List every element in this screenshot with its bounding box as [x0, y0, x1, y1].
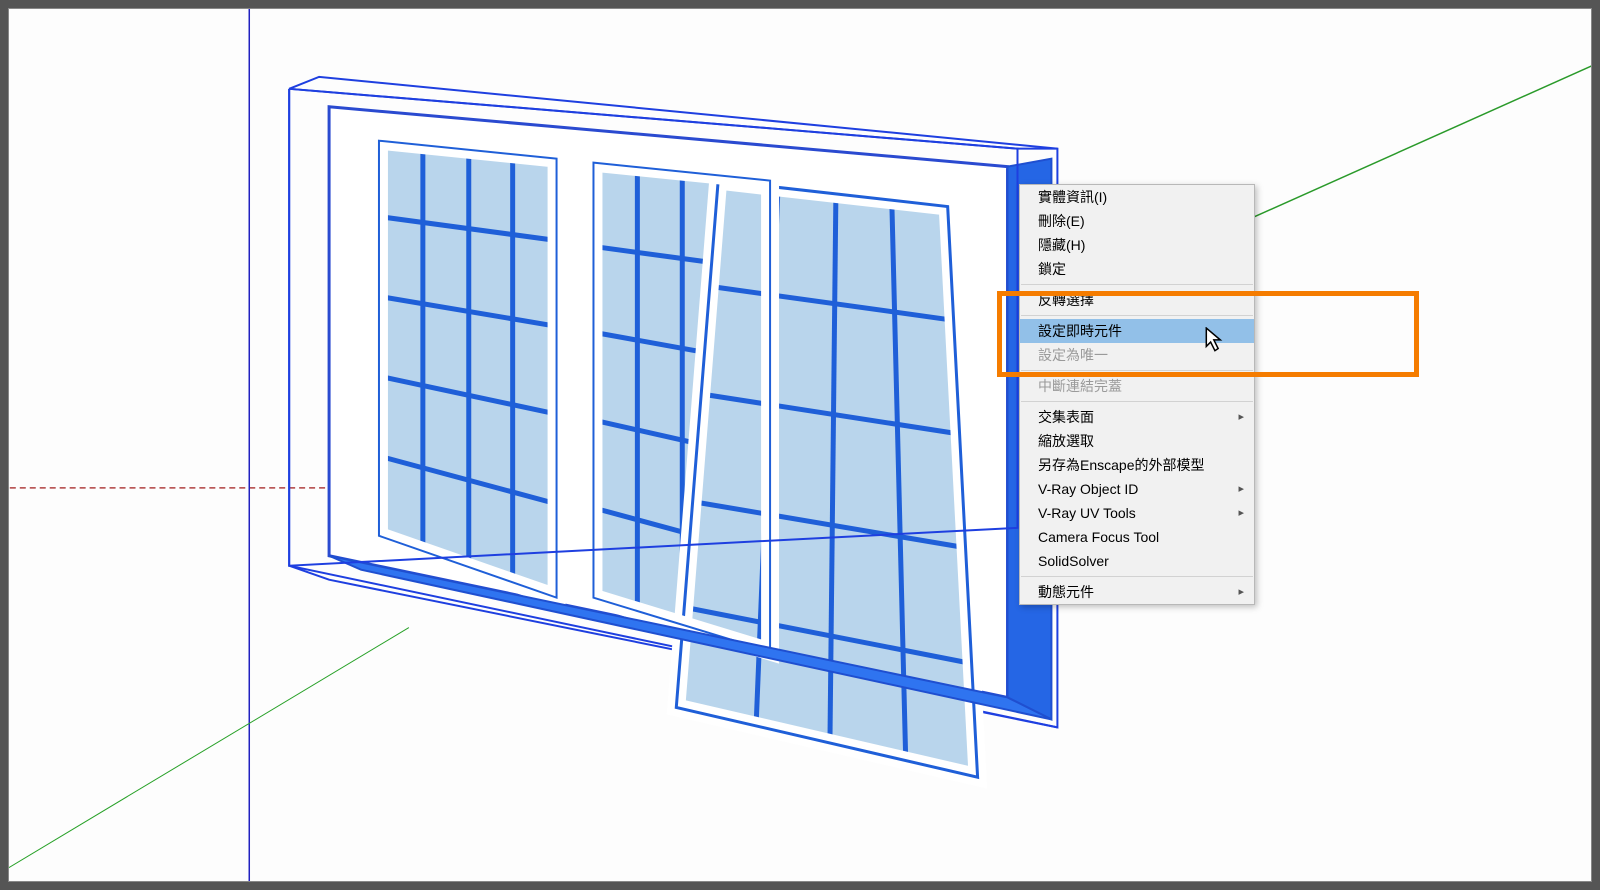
menu-label: 設定即時元件	[1038, 322, 1122, 340]
menu-separator	[1021, 315, 1253, 316]
scene-canvas	[9, 9, 1591, 881]
3d-viewport[interactable]	[9, 9, 1591, 881]
menu-label: 動態元件	[1038, 583, 1094, 601]
menu-label: V-Ray Object ID	[1038, 480, 1138, 498]
menu-separator	[1021, 284, 1253, 285]
menu-separator	[1021, 370, 1253, 371]
context-menu: 實體資訊(I) 刪除(E) 隱藏(H) 鎖定 反轉選擇 設定即時元件 設定為唯一…	[1019, 184, 1255, 605]
menu-label: 刪除(E)	[1038, 212, 1085, 230]
menu-label: V-Ray UV Tools	[1038, 504, 1136, 522]
menu-label: 實體資訊(I)	[1038, 188, 1107, 206]
menu-label: SolidSolver	[1038, 552, 1109, 570]
menu-vray-uv-tools[interactable]: V-Ray UV Tools ▸	[1020, 501, 1254, 525]
app-frame: 實體資訊(I) 刪除(E) 隱藏(H) 鎖定 反轉選擇 設定即時元件 設定為唯一…	[8, 8, 1592, 882]
menu-vray-object-id[interactable]: V-Ray Object ID ▸	[1020, 477, 1254, 501]
menu-dynamic-components[interactable]: 動態元件 ▸	[1020, 580, 1254, 604]
menu-separator	[1021, 401, 1253, 402]
chevron-right-icon: ▸	[1238, 583, 1244, 601]
menu-label: Camera Focus Tool	[1038, 528, 1159, 546]
menu-label: 交集表面	[1038, 408, 1094, 426]
chevron-right-icon: ▸	[1238, 504, 1244, 522]
chevron-right-icon: ▸	[1238, 480, 1244, 498]
menu-label: 設定為唯一	[1038, 346, 1108, 364]
menu-make-unique: 設定為唯一	[1020, 343, 1254, 367]
menu-label: 縮放選取	[1038, 432, 1094, 450]
menu-label: 鎖定	[1038, 260, 1066, 278]
menu-break-link: 中斷連結完蓋	[1020, 374, 1254, 398]
menu-save-as-enscape[interactable]: 另存為Enscape的外部模型	[1020, 453, 1254, 477]
menu-zoom-selection[interactable]: 縮放選取	[1020, 429, 1254, 453]
window-sash-1	[379, 141, 557, 598]
menu-camera-focus-tool[interactable]: Camera Focus Tool	[1020, 525, 1254, 549]
menu-label: 隱藏(H)	[1038, 236, 1085, 254]
menu-label: 中斷連結完蓋	[1038, 377, 1122, 395]
menu-solidsolver[interactable]: SolidSolver	[1020, 549, 1254, 573]
menu-label: 反轉選擇	[1038, 291, 1094, 309]
menu-lock[interactable]: 鎖定	[1020, 257, 1254, 281]
menu-label: 另存為Enscape的外部模型	[1038, 456, 1204, 474]
menu-entity-info[interactable]: 實體資訊(I)	[1020, 185, 1254, 209]
menu-delete[interactable]: 刪除(E)	[1020, 209, 1254, 233]
menu-make-live-component[interactable]: 設定即時元件	[1020, 319, 1254, 343]
menu-invert-selection[interactable]: 反轉選擇	[1020, 288, 1254, 312]
menu-hide[interactable]: 隱藏(H)	[1020, 233, 1254, 257]
menu-separator	[1021, 576, 1253, 577]
menu-intersect-faces[interactable]: 交集表面 ▸	[1020, 405, 1254, 429]
chevron-right-icon: ▸	[1238, 408, 1244, 426]
